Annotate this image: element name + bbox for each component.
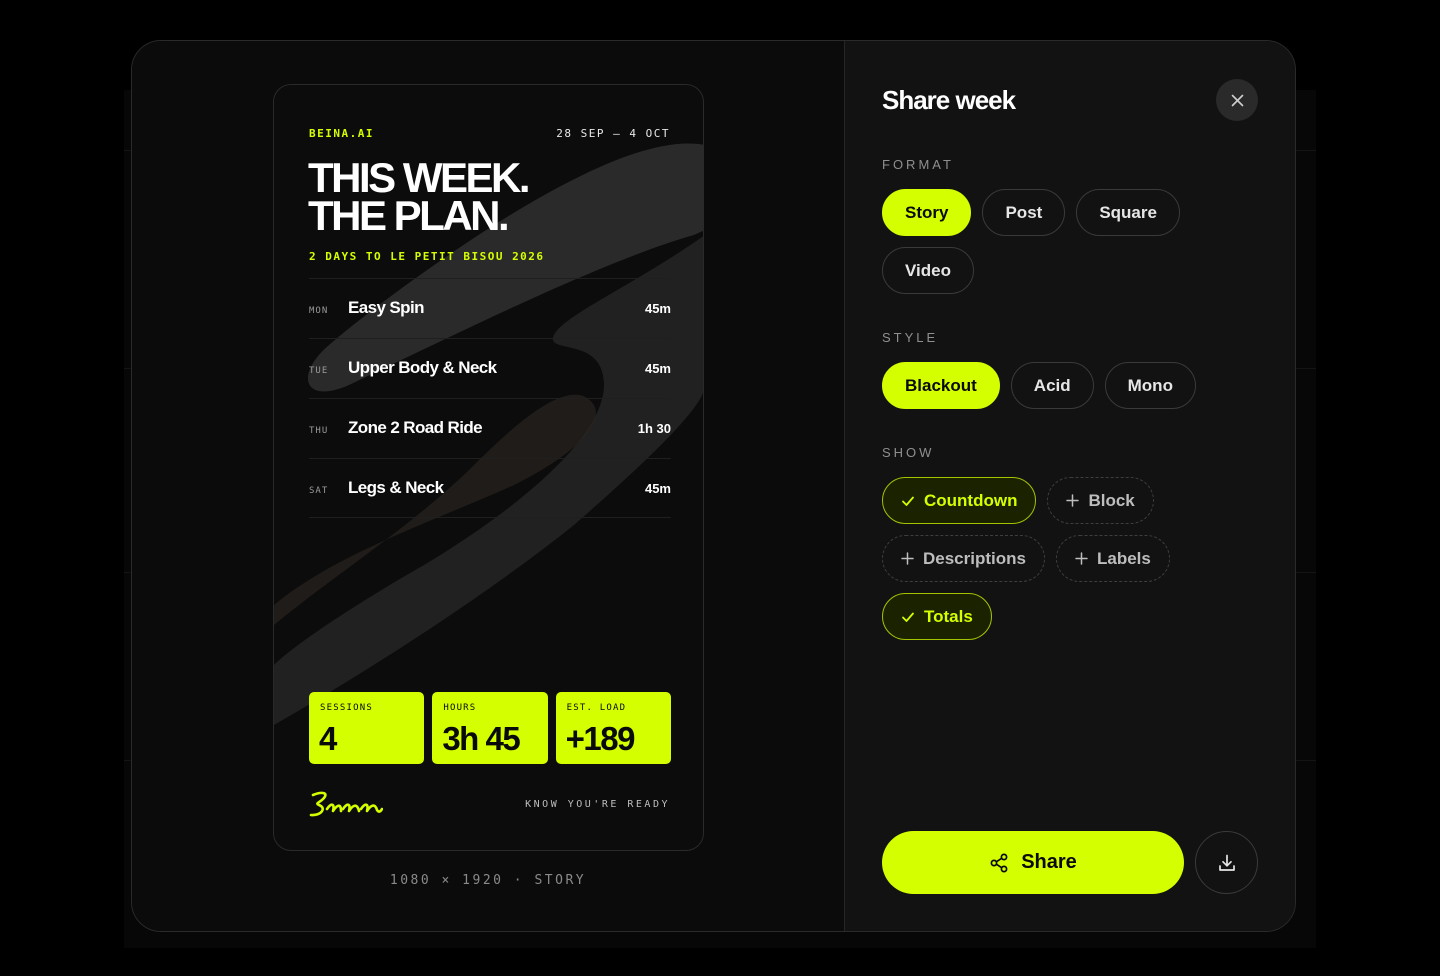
format-options: Story Post Square Video <box>882 189 1212 294</box>
stat-value: 3h 45 <box>442 720 520 757</box>
toggle-totals[interactable]: Totals <box>882 593 992 640</box>
share-week-dialog: BEINA.AI 28 SEP – 4 OCT THIS WEEK. THE P… <box>131 40 1296 932</box>
format-video-chip[interactable]: Video <box>882 247 974 294</box>
session-duration: 45m <box>644 301 671 316</box>
headline-line-2: THE PLAN. <box>308 192 510 239</box>
close-icon <box>1231 94 1243 106</box>
plus-icon <box>901 552 914 565</box>
show-toggles: Countdown Block Descriptions Labels Tota… <box>882 477 1192 640</box>
style-options: Blackout Acid Mono <box>882 362 1262 409</box>
card-tagline: KNOW YOU'RE READY <box>525 799 670 810</box>
stat-label: SESSIONS <box>320 703 373 713</box>
check-icon <box>902 612 914 622</box>
session-row: THU Zone 2 Road Ride 1h 30 <box>309 398 671 458</box>
card-headline: THIS WEEK. THE PLAN. <box>308 157 531 239</box>
style-acid-chip[interactable]: Acid <box>1010 362 1094 409</box>
toggle-label: Descriptions <box>923 548 1026 568</box>
session-row: SAT Legs & Neck 45m <box>309 458 671 518</box>
stat-sessions: SESSIONS 4 <box>309 692 425 764</box>
style-mono-chip[interactable]: Mono <box>1104 362 1196 409</box>
options-panel: Share week FORMAT Story Post Square Vide… <box>844 41 1295 931</box>
toggle-descriptions[interactable]: Descriptions <box>882 535 1045 582</box>
session-duration: 45m <box>644 481 671 496</box>
style-section-label: STYLE <box>882 330 939 345</box>
preview-dimensions: 1080 × 1920 · STORY <box>389 873 587 888</box>
session-name: Easy Spin <box>348 298 424 317</box>
toggle-label: Countdown <box>924 490 1018 510</box>
countdown-text: 2 DAYS TO LE PETIT BISOU 2026 <box>309 250 545 263</box>
session-name: Zone 2 Road Ride <box>348 418 483 437</box>
brand-label: BEINA.AI <box>309 127 374 140</box>
session-name: Upper Body & Neck <box>348 358 497 377</box>
stats-row: SESSIONS 4 HOURS 3h 45 EST. LOAD +189 <box>309 692 671 764</box>
session-day: THU <box>309 426 329 436</box>
script-logo-icon <box>309 791 383 817</box>
story-preview-card: BEINA.AI 28 SEP – 4 OCT THIS WEEK. THE P… <box>273 84 704 851</box>
toggle-block[interactable]: Block <box>1047 477 1154 524</box>
close-button[interactable] <box>1216 79 1258 121</box>
format-post-chip[interactable]: Post <box>982 189 1066 236</box>
toggle-label: Block <box>1088 490 1135 510</box>
stat-value: +189 <box>565 720 636 757</box>
session-row: MON Easy Spin 45m <box>309 278 671 338</box>
download-icon <box>1218 854 1235 871</box>
plus-icon <box>1075 552 1088 565</box>
toggle-countdown[interactable]: Countdown <box>882 477 1037 524</box>
toggle-label: Labels <box>1096 548 1151 568</box>
format-story-chip[interactable]: Story <box>882 189 972 236</box>
session-duration: 45m <box>644 361 671 376</box>
plus-icon <box>1066 494 1080 507</box>
stat-value: 4 <box>319 720 337 757</box>
download-button[interactable] <box>1195 831 1258 894</box>
share-icon <box>990 853 1008 872</box>
dialog-title: Share week <box>882 85 1016 115</box>
stat-load: EST. LOAD +189 <box>555 692 671 764</box>
style-blackout-chip[interactable]: Blackout <box>882 362 1000 409</box>
stat-label: HOURS <box>443 703 477 713</box>
session-day: TUE <box>309 366 329 376</box>
toggle-label: Totals <box>924 606 973 626</box>
date-range: 28 SEP – 4 OCT <box>556 127 670 140</box>
show-section-label: SHOW <box>882 445 935 460</box>
session-row: TUE Upper Body & Neck 45m <box>309 338 671 398</box>
session-day: SAT <box>309 486 329 496</box>
stat-label: EST. LOAD <box>566 703 627 713</box>
session-duration: 1h 30 <box>637 421 671 436</box>
format-square-chip[interactable]: Square <box>1076 189 1180 236</box>
share-label: Share <box>1021 851 1077 873</box>
session-name: Legs & Neck <box>348 478 444 497</box>
session-list: MON Easy Spin 45m TUE Upper Body & Neck … <box>309 278 671 518</box>
format-section-label: FORMAT <box>882 157 954 172</box>
session-day: MON <box>309 306 329 316</box>
stat-hours: HOURS 3h 45 <box>432 692 548 764</box>
preview-pane: BEINA.AI 28 SEP – 4 OCT THIS WEEK. THE P… <box>132 41 844 931</box>
toggle-labels[interactable]: Labels <box>1055 535 1170 582</box>
share-button[interactable]: Share <box>882 831 1184 894</box>
check-icon <box>902 496 914 506</box>
